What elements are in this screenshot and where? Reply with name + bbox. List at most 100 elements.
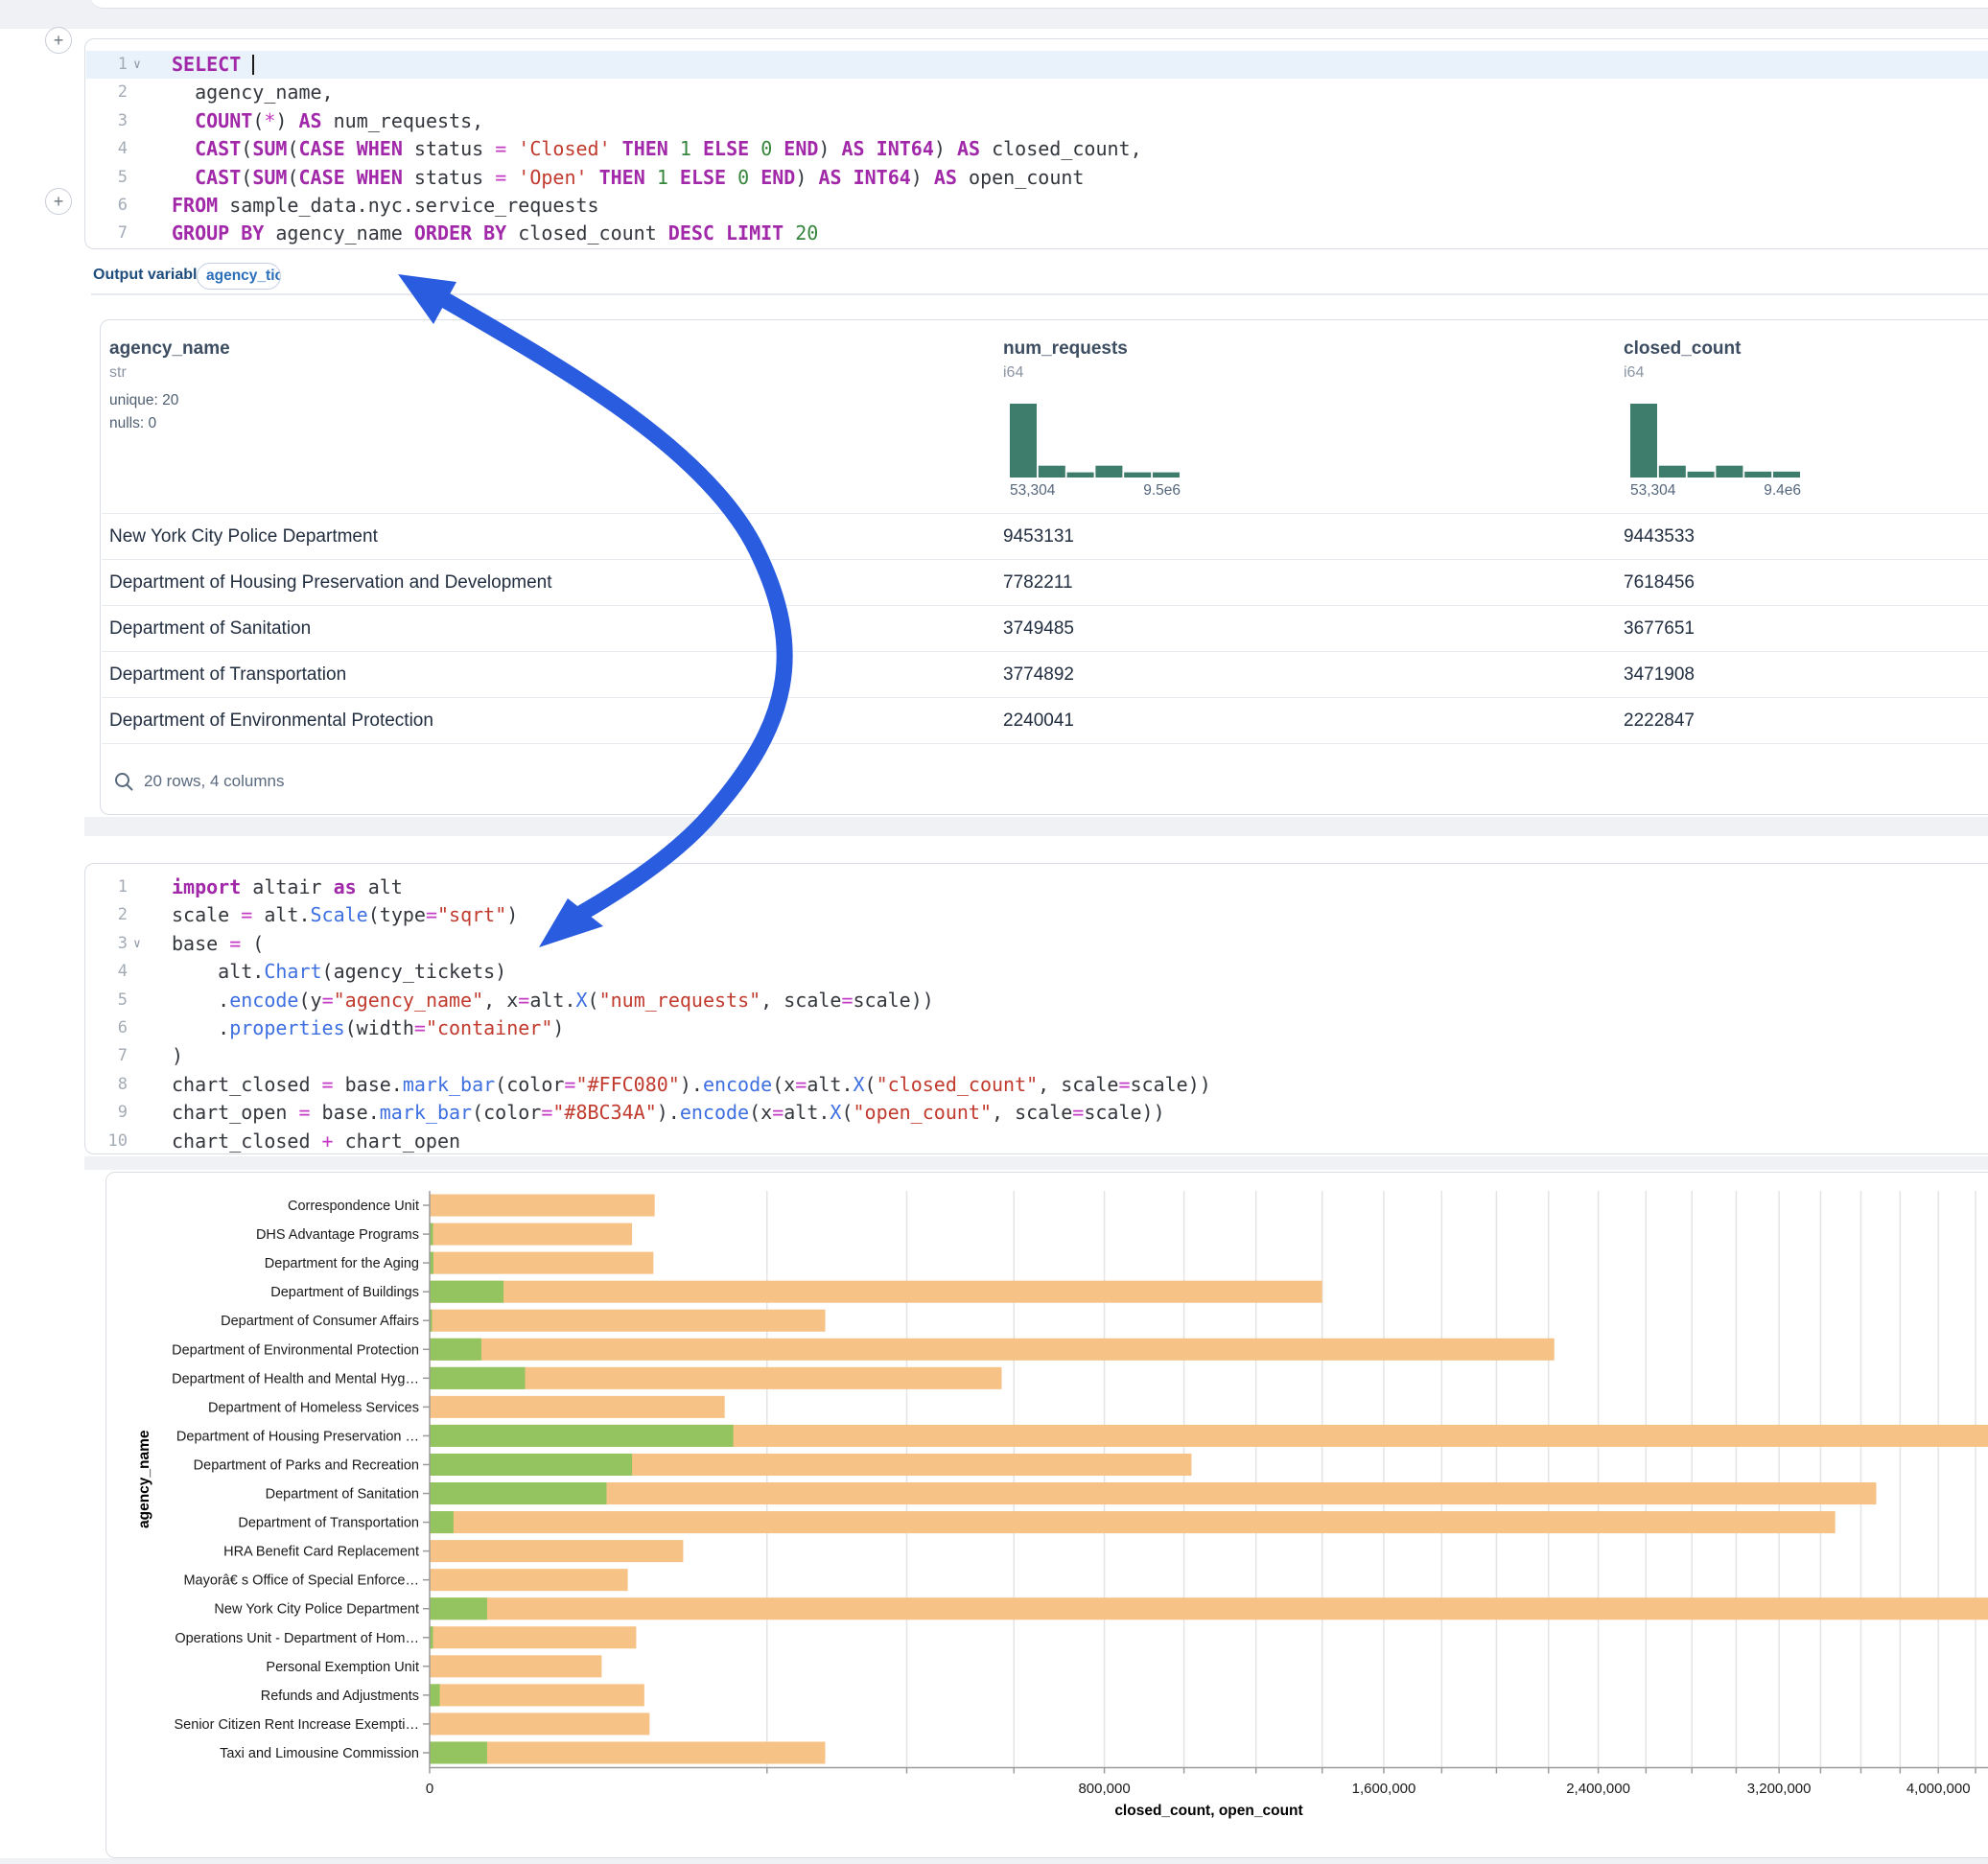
table-row-num-requests: 3774892	[1003, 652, 1074, 698]
bar-open_count	[430, 1281, 503, 1303]
bar-closed_count	[430, 1511, 1836, 1533]
sql-code-cell[interactable]: 1∨ SELECT 2 agency_name,3 COUNT(*) AS num…	[84, 38, 1988, 249]
line-number: 6	[85, 192, 128, 220]
x-tick-label: 0	[426, 1781, 433, 1797]
column-header-type: str	[109, 364, 127, 382]
bar-closed_count	[430, 1396, 725, 1418]
code-line: 4 alt.Chart(agency_tickets)	[85, 958, 1988, 986]
table-row-closed-count: 2222847	[1624, 698, 1695, 744]
y-tick-label: Refunds and Adjustments	[261, 1689, 419, 1704]
code-line: 2 agency_name,	[85, 79, 1988, 106]
y-tick-label: Personal Exemption Unit	[266, 1660, 419, 1675]
cell-gap-1	[84, 817, 1988, 836]
code-line: 1 import altair as alt	[85, 874, 1988, 901]
bar-open_count	[430, 1339, 481, 1361]
table-row-agency-name: Department of Housing Preservation and D…	[109, 560, 552, 606]
line-number: 2	[85, 79, 128, 106]
y-tick-label: Department of Sanitation	[266, 1487, 419, 1503]
bar-open_count	[430, 1684, 440, 1706]
column-header-name: closed_count	[1624, 338, 1741, 360]
line-number: 3	[85, 107, 128, 135]
column-stat: unique: 20	[109, 392, 178, 409]
fold-chevron-icon[interactable]: ∨	[133, 51, 156, 79]
line-number: 6	[85, 1014, 128, 1042]
previous-cell-bottom-edge	[91, 0, 1988, 9]
code-text: SELECT	[172, 51, 254, 79]
code-line: 3 COUNT(*) AS num_requests,	[85, 107, 1988, 135]
table-row-agency-name: Department of Environmental Protection	[109, 698, 433, 744]
bar-closed_count	[430, 1741, 825, 1763]
add-cell-button-below[interactable]: +	[45, 188, 72, 215]
section-divider	[91, 293, 1988, 295]
table-row-agency-name: Department of Sanitation	[109, 606, 311, 652]
row-separator	[102, 743, 1988, 744]
code-text: )	[172, 1042, 183, 1070]
line-number: 2	[85, 901, 128, 929]
line-number: 10	[85, 1128, 128, 1155]
x-tick-label: 1,600,000	[1352, 1781, 1416, 1797]
column-histogram	[1630, 404, 1801, 478]
table-row-num-requests: 9453131	[1003, 514, 1074, 560]
bar-closed_count	[430, 1597, 1988, 1619]
code-line: 8chart_closed = base.mark_bar(color="#FF…	[85, 1071, 1988, 1099]
table-row-num-requests: 2240041	[1003, 698, 1074, 744]
bar-open_count	[430, 1367, 525, 1389]
code-line: 1∨ SELECT	[85, 51, 1988, 79]
column-header-type: i64	[1003, 364, 1023, 382]
table-row-closed-count: 7618456	[1624, 560, 1695, 606]
y-tick-label: Senior Citizen Rent Increase Exempti…	[175, 1717, 419, 1733]
result-table: agency_namestrunique: 20nulls: 0num_requ…	[100, 319, 1988, 815]
line-number: 1	[85, 874, 128, 901]
search-icon[interactable]	[114, 772, 133, 791]
column-stat: nulls: 0	[109, 415, 156, 432]
y-tick-label: Mayorâ€ s Office of Special Enforce…	[183, 1573, 419, 1589]
code-text: chart_open = base.mark_bar(color="#8BC34…	[172, 1099, 1165, 1127]
x-tick-label: 2,400,000	[1566, 1781, 1630, 1797]
line-number: 7	[85, 1042, 128, 1070]
code-text: CAST(SUM(CASE WHEN status = 'Open' THEN …	[172, 164, 1084, 192]
x-tick-label: 4,000,000	[1906, 1781, 1971, 1797]
python-code-cell[interactable]: 1 import altair as alt2scale = alt.Scale(…	[84, 863, 1988, 1154]
code-text: import altair as alt	[172, 874, 403, 901]
bar-closed_count	[430, 1540, 683, 1562]
bar-open_count	[430, 1511, 454, 1533]
y-tick-label: Department of Parks and Recreation	[194, 1457, 419, 1473]
histogram-max-label: 9.4e6	[1726, 482, 1801, 500]
y-tick-label: DHS Advantage Programs	[256, 1227, 419, 1243]
bar-open_count	[430, 1425, 734, 1447]
code-line: 5 .encode(y="agency_name", x=alt.X("num_…	[85, 987, 1988, 1014]
bar-closed_count	[430, 1684, 644, 1706]
y-tick-label: Correspondence Unit	[288, 1199, 419, 1214]
code-text: base = (	[172, 930, 264, 958]
line-number: 9	[85, 1099, 128, 1127]
line-number: 7	[85, 220, 128, 247]
table-row-agency-name: Department of Transportation	[109, 652, 346, 698]
line-number: 1	[85, 51, 128, 79]
table-row-agency-name: New York City Police Department	[109, 514, 378, 560]
fold-chevron-icon[interactable]: ∨	[133, 930, 156, 958]
layered-bar-chart: 0800,0001,600,0002,400,0003,200,0004,000…	[105, 1172, 1988, 1858]
code-text: chart_closed = base.mark_bar(color="#FFC…	[172, 1071, 1211, 1099]
bar-closed_count	[430, 1482, 1876, 1504]
code-line: 4 CAST(SUM(CASE WHEN status = 'Closed' T…	[85, 135, 1988, 163]
text-caret	[252, 55, 254, 75]
x-tick-label: 800,000	[1078, 1781, 1130, 1797]
y-tick-label: Department of Consumer Affairs	[221, 1314, 419, 1329]
code-line: 3∨base = (	[85, 930, 1988, 958]
table-footer: 20 rows, 4 columns	[144, 758, 284, 804]
y-tick-label: Department of Buildings	[270, 1285, 419, 1300]
line-number: 5	[85, 164, 128, 192]
code-text: .properties(width="container")	[172, 1014, 564, 1042]
bar-closed_count	[430, 1223, 632, 1246]
y-tick-label: Department for the Aging	[265, 1256, 419, 1271]
code-text: .encode(y="agency_name", x=alt.X("num_re…	[172, 987, 934, 1014]
bar-closed_count	[430, 1252, 653, 1274]
code-line: 2scale = alt.Scale(type="sqrt")	[85, 901, 1988, 929]
y-tick-label: Taxi and Limousine Commission	[220, 1746, 419, 1761]
add-cell-button-top[interactable]: +	[45, 27, 72, 54]
bar-closed_count	[430, 1626, 636, 1648]
y-tick-label: Operations Unit - Department of Hom…	[175, 1631, 419, 1646]
code-line: 9 chart_open = base.mark_bar(color="#8BC3…	[85, 1099, 1988, 1127]
output-variable-pill[interactable]: agency_tickets	[197, 263, 281, 290]
bar-closed_count	[430, 1281, 1322, 1303]
